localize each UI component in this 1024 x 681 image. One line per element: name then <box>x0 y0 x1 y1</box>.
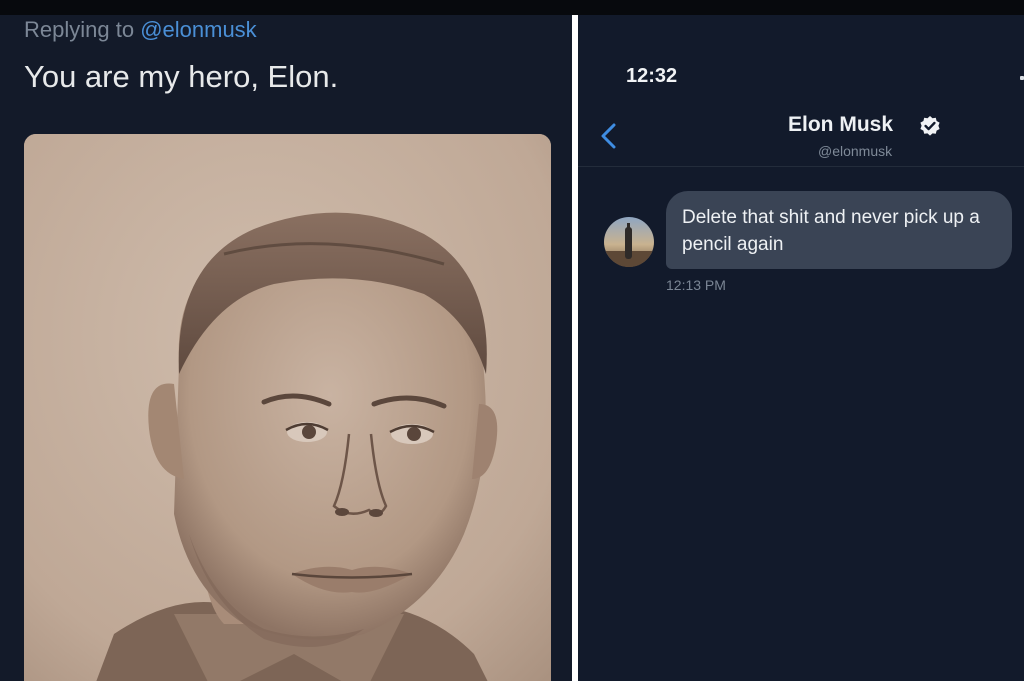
replying-to-line: Replying to @elonmusk <box>24 17 257 43</box>
conversation-name[interactable]: Elon Musk <box>788 113 893 137</box>
attached-pencil-drawing-image[interactable] <box>24 134 551 681</box>
screenshot-root: Replying to @elonmusk You are my hero, E… <box>0 0 1024 681</box>
avatar[interactable] <box>604 217 654 267</box>
status-bar-time: 12:32 <box>626 65 678 87</box>
conversation-handle: @elonmusk <box>818 143 893 159</box>
message-bubble[interactable]: Delete that shit and never pick up a pen… <box>666 191 1012 269</box>
status-bar-indicator <box>1020 76 1024 80</box>
chevron-left-icon[interactable] <box>596 121 622 151</box>
message-timestamp: 12:13 PM <box>666 277 726 293</box>
tweet-text: You are my hero, Elon. <box>24 59 339 94</box>
direct-message-panel: 12:32 Elon Musk @elonmusk Delete that sh… <box>578 15 1024 681</box>
replying-to-handle-link[interactable]: @elonmusk <box>140 17 257 42</box>
replying-to-prefix: Replying to <box>24 17 141 42</box>
top-strip <box>0 0 1024 15</box>
tweet-reply-panel: Replying to @elonmusk You are my hero, E… <box>0 15 572 681</box>
header-divider <box>578 166 1024 167</box>
verified-badge-icon <box>920 116 940 136</box>
